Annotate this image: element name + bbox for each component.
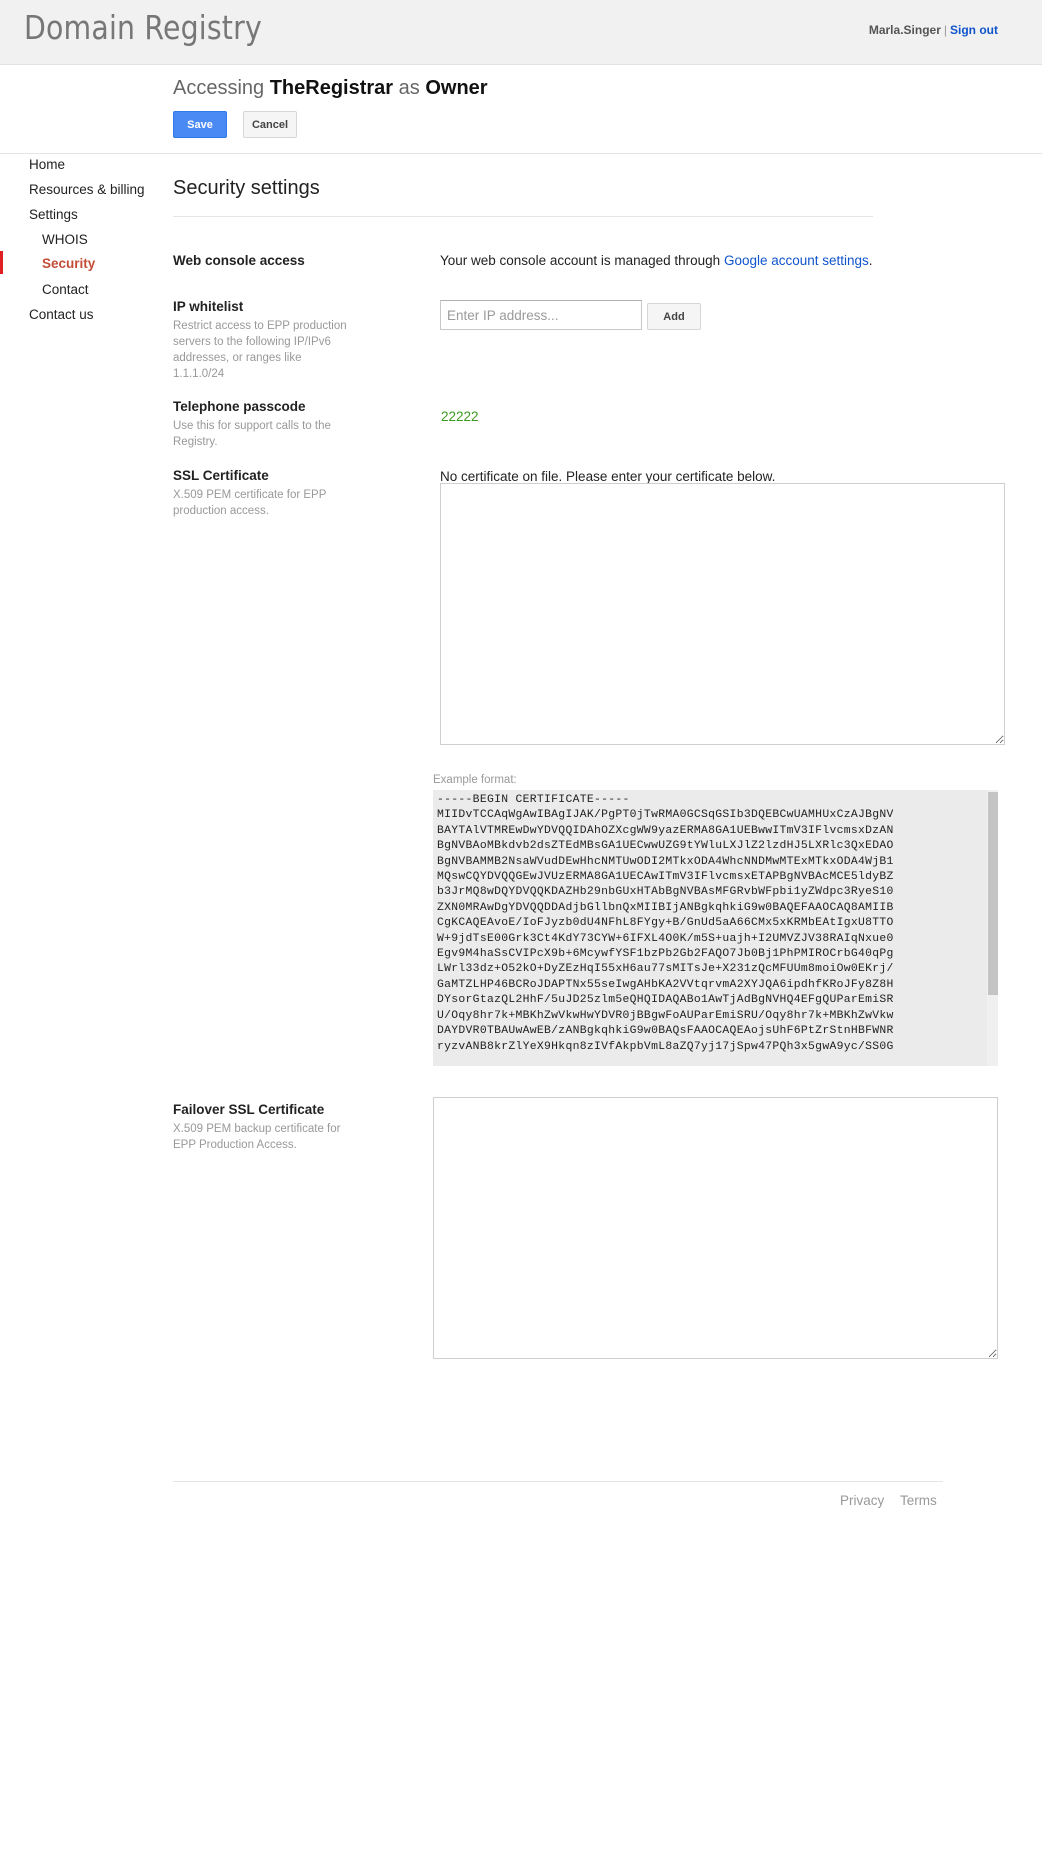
cancel-button[interactable]: Cancel [243,111,297,138]
sidebar-item-contact-us[interactable]: Contact us [29,307,94,322]
registrar-name: TheRegistrar [269,77,394,99]
web-console-suffix: . [868,253,873,268]
privacy-link[interactable]: Privacy [840,1493,884,1508]
telephone-passcode-label: Telephone passcode [173,399,306,414]
example-certificate-text: -----BEGIN CERTIFICATE----- MIIDvTCCAqWg… [437,794,894,1053]
web-console-text: Your web console account is managed thro… [440,253,873,268]
page-title: Security settings [173,177,320,199]
access-role: Owner [425,77,488,99]
example-certificate-box[interactable]: -----BEGIN CERTIFICATE----- MIIDvTCCAqWg… [433,790,987,1066]
ssl-certificate-label: SSL Certificate [173,468,269,483]
example-format-label: Example format: [433,774,517,786]
sidebar-item-security[interactable]: Security [42,256,95,271]
username: Marla.Singer [868,23,941,37]
sidebar-item-resources-billing[interactable]: Resources & billing [29,182,145,197]
sidebar-item-home[interactable]: Home [29,157,65,172]
save-button[interactable]: Save [173,111,227,138]
footer-divider [173,1481,943,1482]
header-divider [0,153,1042,154]
access-as: as [398,77,420,99]
google-account-settings-link[interactable]: Google account settings [724,253,869,268]
ip-whitelist-label: IP whitelist [173,299,244,314]
sidebar-item-contact[interactable]: Contact [42,282,89,297]
failover-ssl-textarea[interactable] [433,1097,998,1359]
title-divider [173,216,873,217]
failover-ssl-description: X.509 PEM backup certificate for EPP Pro… [173,1123,341,1151]
ssl-certificate-textarea[interactable] [440,483,1005,745]
ssl-certificate-description: X.509 PEM certificate for EPP production… [173,489,327,517]
app-logo[interactable]: Domain Registry [24,8,262,47]
access-prefix: Accessing [173,77,265,99]
sidebar-item-whois[interactable]: WHOIS [42,232,88,247]
user-separator: | [943,23,947,37]
failover-ssl-label: Failover SSL Certificate [173,1102,325,1117]
add-ip-button[interactable]: Add [647,303,701,330]
ip-address-input[interactable] [440,300,642,330]
sign-out-link[interactable]: Sign out [950,23,998,37]
active-nav-marker [0,251,3,274]
web-console-label: Web console access [173,253,305,268]
ip-whitelist-description: Restrict access to EPP production server… [173,320,347,380]
web-console-message: Your web console account is managed thro… [440,253,724,268]
telephone-passcode-description: Use this for support calls to the Regist… [173,420,331,448]
ssl-certificate-status: No certificate on file. Please enter you… [440,469,776,484]
example-scrollbar-thumb[interactable] [988,792,998,995]
terms-link[interactable]: Terms [900,1493,937,1508]
access-heading: Accessing TheRegistrar as Owner [173,77,488,100]
user-box: Marla.Singer | Sign out [869,23,998,37]
telephone-passcode-value: 22222 [441,409,479,424]
sidebar-item-settings[interactable]: Settings [29,207,78,222]
